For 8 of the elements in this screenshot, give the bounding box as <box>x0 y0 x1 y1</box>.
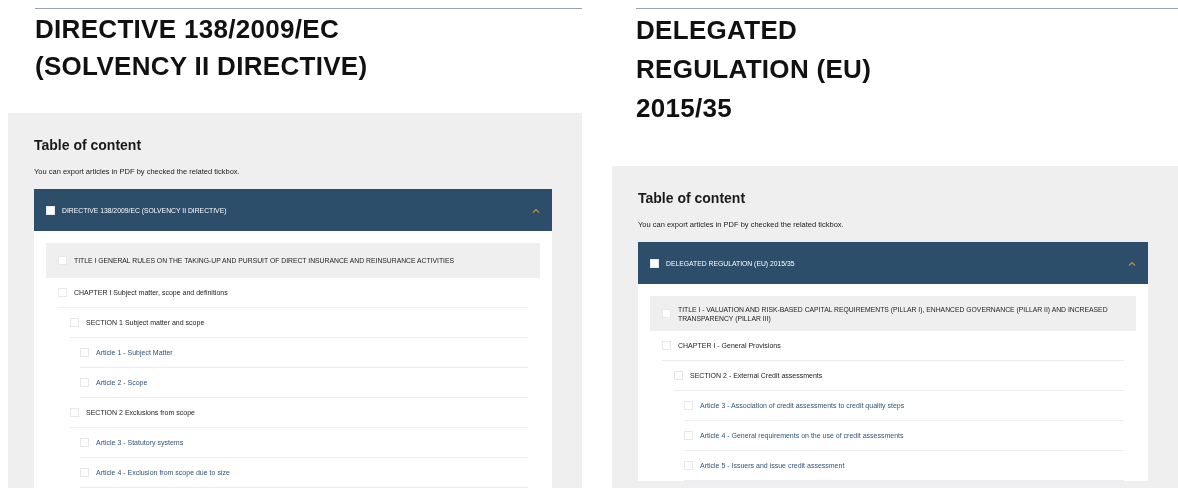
toc-title: Table of content <box>638 190 747 206</box>
checkbox[interactable] <box>46 205 55 215</box>
checkbox[interactable] <box>650 258 659 268</box>
chevron-icon[interactable] <box>1128 260 1136 266</box>
page-heading: DELEGATED REGULATION (EU) 2015/35 <box>636 14 873 125</box>
toc-title: Table of content <box>34 137 143 153</box>
page-heading: DIRECTIVE 138/2009/EC (SOLVENCY II DIRECTIVE) <box>35 12 369 83</box>
chevron-icon[interactable] <box>532 207 540 213</box>
